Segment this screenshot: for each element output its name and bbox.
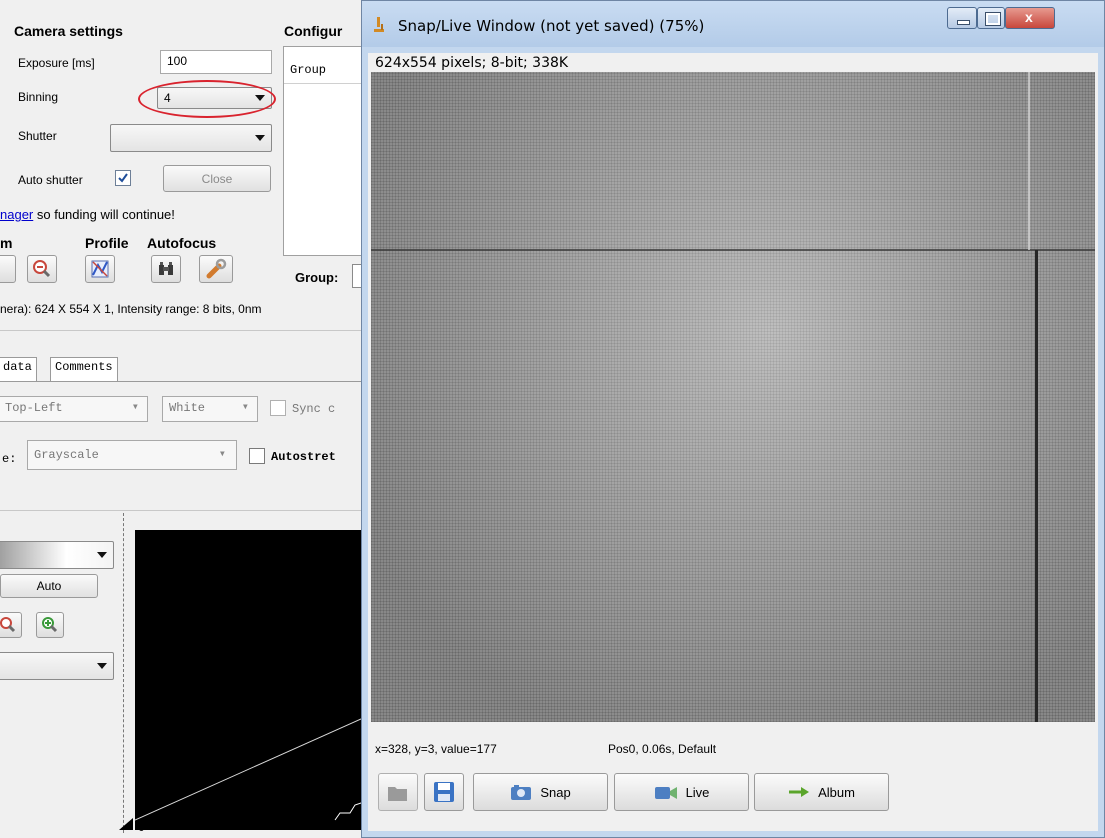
snap-live-window: Snap/Live Window (not yet saved) (75%) x… xyxy=(361,0,1105,838)
autofocus-settings-button[interactable] xyxy=(199,255,233,283)
live-label: Live xyxy=(685,784,710,800)
tab-comments[interactable]: Comments xyxy=(50,357,118,381)
minimize-button[interactable] xyxy=(947,7,977,29)
status-position: Pos0, 0.06s, Default xyxy=(608,742,717,756)
chevron-down-icon xyxy=(97,552,107,558)
highlight-ellipse xyxy=(138,80,276,118)
lut-select[interactable] xyxy=(0,541,114,569)
folder-icon xyxy=(388,787,407,801)
window-title: Snap/Live Window (not yet saved) (75%) xyxy=(398,17,705,35)
autostretch-checkbox[interactable] xyxy=(249,448,265,464)
open-button[interactable] xyxy=(378,773,418,811)
zoom-out-icon xyxy=(33,260,51,278)
tab-strip-line xyxy=(0,381,370,382)
section-divider xyxy=(0,330,370,331)
zoom-in-histogram-button[interactable] xyxy=(36,612,64,638)
image-info: 624x554 pixels; 8-bit; 338K xyxy=(375,55,569,71)
group-label: Group: xyxy=(295,270,339,285)
snap-button[interactable]: Snap xyxy=(473,773,608,811)
close-shutter-button[interactable]: Close xyxy=(163,165,271,192)
zoom-out-icon xyxy=(0,617,16,633)
profile-label: Profile xyxy=(85,235,129,251)
camera-icon xyxy=(511,785,532,800)
zoom-out-histogram-button[interactable] xyxy=(0,612,22,638)
microscope-icon xyxy=(374,17,384,32)
autofocus-label: Autofocus xyxy=(147,235,217,251)
auto-shutter-checkbox[interactable] xyxy=(115,170,131,186)
close-window-button[interactable]: x xyxy=(1005,7,1055,29)
checkmark-icon xyxy=(118,173,128,183)
close-icon: x xyxy=(1025,9,1033,25)
status-coordinates: x=328, y=3, value=177 xyxy=(375,742,497,756)
line-profile-icon xyxy=(91,260,109,278)
chevron-down-icon: ▾ xyxy=(131,400,139,414)
image-vertical-highlight xyxy=(1028,72,1030,250)
live-button[interactable]: Live xyxy=(614,773,749,811)
binoculars-icon xyxy=(159,262,173,275)
window-client-area: 624x554 pixels; 8-bit; 338K x=328, y=3, … xyxy=(368,53,1098,831)
maximize-button[interactable] xyxy=(977,7,1005,29)
histogram-divider xyxy=(123,513,125,833)
chevron-down-icon: ▾ xyxy=(241,400,249,414)
histogram-axis-zero: 0 xyxy=(138,820,145,834)
chevron-down-icon xyxy=(97,663,107,669)
display-mode-select[interactable]: Grayscale ▾ xyxy=(27,440,237,470)
display-mode-value: Grayscale xyxy=(34,448,99,462)
display-position-value: Top-Left xyxy=(5,401,63,415)
chevron-down-icon xyxy=(255,135,265,141)
floppy-disk-icon xyxy=(434,782,454,802)
exposure-label: Exposure [ms] xyxy=(18,56,95,70)
save-button[interactable] xyxy=(424,773,464,811)
sync-checkbox[interactable] xyxy=(270,400,286,416)
display-position-select[interactable]: Top-Left ▾ xyxy=(0,396,148,422)
snap-label: Snap xyxy=(540,784,571,800)
autostretch-label: Autostret xyxy=(271,450,336,464)
binning-label: Binning xyxy=(18,90,59,104)
camera-info-text: nera): 624 X 554 X 1, Intensity range: 8… xyxy=(0,302,262,316)
funding-message: nager so funding will continue! xyxy=(0,207,175,222)
image-vertical-line xyxy=(1035,250,1038,722)
group-column-header: Group xyxy=(290,63,327,77)
line-profile-button[interactable] xyxy=(85,255,115,283)
main-control-panel: Camera settings Exposure [ms] 100 Binnin… xyxy=(0,0,370,838)
maximize-icon xyxy=(985,12,1001,26)
zoom-tool-button[interactable] xyxy=(0,255,16,283)
autofocus-button[interactable] xyxy=(151,255,181,283)
display-color-value: White xyxy=(169,401,206,415)
histogram-curve xyxy=(135,714,370,821)
funding-link[interactable]: nager xyxy=(0,207,33,222)
histogram-plot[interactable] xyxy=(135,530,370,830)
sync-label: Sync c xyxy=(292,402,336,416)
auto-shutter-label: Auto shutter xyxy=(18,173,83,187)
video-camera-icon xyxy=(654,787,677,799)
display-color-select[interactable]: White ▾ xyxy=(162,396,258,422)
image-horizontal-line xyxy=(371,249,1095,251)
zoom-out-button[interactable] xyxy=(27,255,57,283)
configuration-table[interactable]: Group xyxy=(283,46,370,256)
scale-select[interactable] xyxy=(0,652,114,680)
minimize-icon xyxy=(957,20,970,25)
tools-label-m: m xyxy=(0,235,13,251)
auto-button[interactable]: Auto xyxy=(0,574,98,598)
configuration-heading: Configur xyxy=(284,23,343,39)
black-point-marker[interactable] xyxy=(119,818,133,830)
wrench-icon xyxy=(206,258,227,279)
shutter-select[interactable] xyxy=(110,124,272,152)
arrow-right-icon xyxy=(789,787,810,797)
album-button[interactable]: Album xyxy=(754,773,889,811)
album-label: Album xyxy=(818,784,855,800)
camera-settings-heading: Camera settings xyxy=(14,23,123,39)
zoom-in-icon xyxy=(42,617,58,633)
shutter-label: Shutter xyxy=(18,129,57,143)
chevron-down-icon: ▾ xyxy=(218,447,226,461)
window-titlebar[interactable]: Snap/Live Window (not yet saved) (75%) x xyxy=(362,1,1104,47)
mode-label: e: xyxy=(2,452,17,466)
section-divider xyxy=(0,510,370,511)
exposure-input[interactable]: 100 xyxy=(160,50,272,74)
funding-text: so funding will continue! xyxy=(33,207,175,222)
camera-image[interactable] xyxy=(371,72,1095,722)
tab-metadata[interactable]: data xyxy=(0,357,37,381)
header-divider xyxy=(284,83,370,84)
